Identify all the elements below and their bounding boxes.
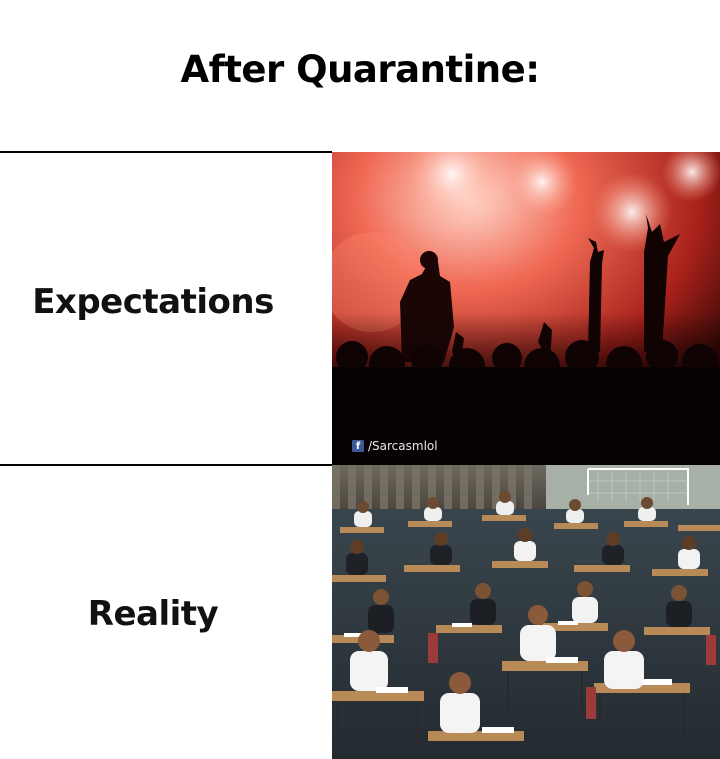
row-label-expectations: Expectations bbox=[32, 282, 274, 322]
exam-hall-photo bbox=[332, 465, 720, 759]
meme-title: After Quarantine: bbox=[180, 48, 540, 91]
watermark: f /Sarcasmlol bbox=[352, 439, 438, 453]
divider-top bbox=[0, 151, 332, 153]
facebook-icon: f bbox=[352, 440, 364, 452]
watermark-text: /Sarcasmlol bbox=[368, 439, 438, 453]
row-label-reality: Reality bbox=[87, 594, 219, 634]
concert-crowd-photo: f /Sarcasmlol bbox=[332, 152, 720, 465]
divider-middle bbox=[0, 464, 332, 466]
